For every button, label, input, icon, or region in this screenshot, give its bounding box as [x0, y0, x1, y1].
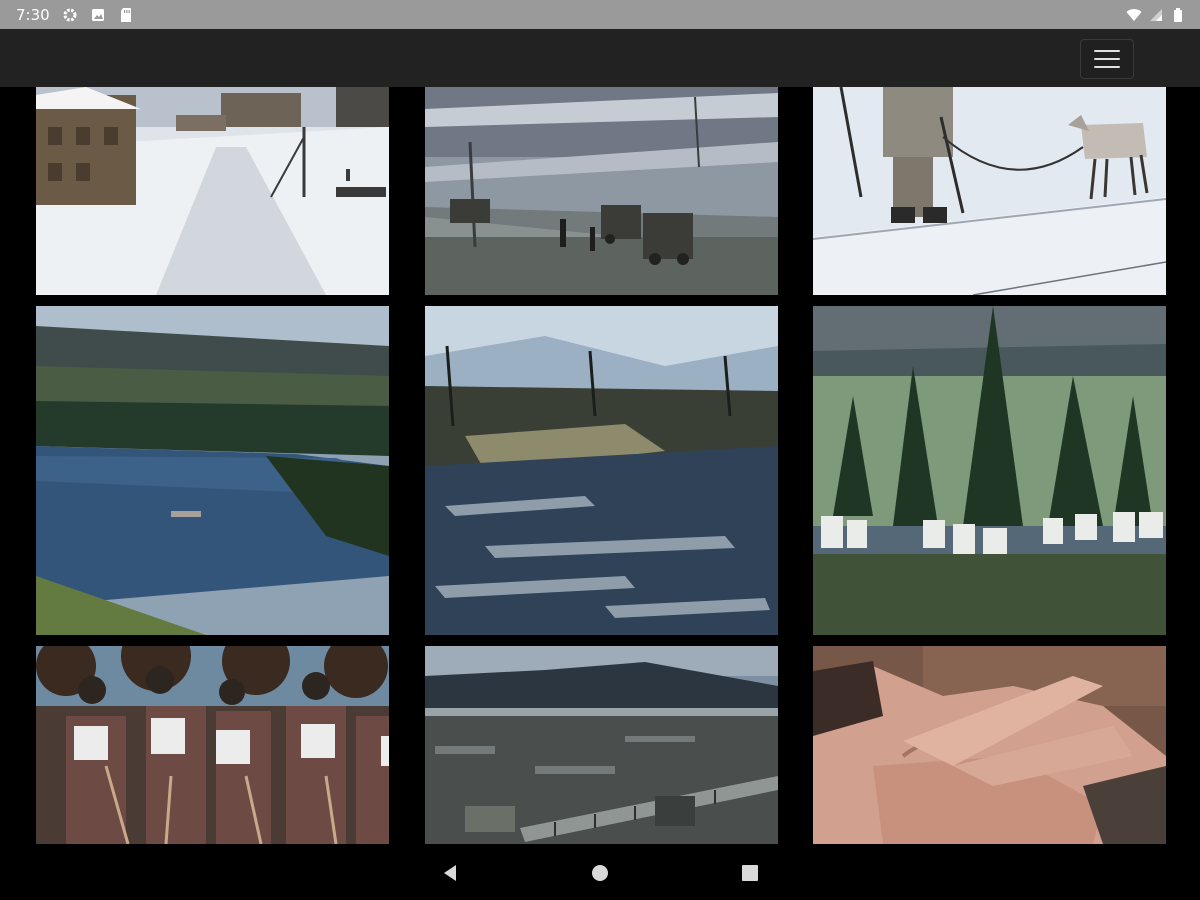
- home-icon[interactable]: [585, 858, 615, 888]
- toolbar: [0, 29, 1200, 87]
- photo-river-rapids[interactable]: [425, 306, 778, 635]
- signal-icon: [1148, 7, 1164, 23]
- back-icon[interactable]: [435, 858, 465, 888]
- sd-card-icon: [118, 7, 134, 23]
- status-time: 7:30: [16, 5, 50, 24]
- photo-gallery: [36, 87, 1166, 844]
- photo-trucks-on-snowy-road[interactable]: [425, 87, 778, 295]
- hamburger-menu-icon: [1094, 50, 1120, 68]
- image-icon: [90, 7, 106, 23]
- gear-icon: [62, 7, 78, 23]
- menu-button[interactable]: [1080, 39, 1134, 79]
- photo-ski-troops[interactable]: [36, 646, 389, 844]
- navigation-bar: [0, 846, 1200, 900]
- status-bar: 7:30: [0, 0, 1200, 29]
- photo-forest-laundry[interactable]: [813, 306, 1166, 635]
- photo-snowy-village-road[interactable]: [36, 87, 389, 295]
- wifi-icon: [1126, 7, 1142, 23]
- photo-resting-man[interactable]: [813, 646, 1166, 844]
- photo-bridge-valley[interactable]: [425, 646, 778, 844]
- photo-river-landscape[interactable]: [36, 306, 389, 635]
- battery-icon: [1170, 7, 1186, 23]
- recents-icon[interactable]: [735, 858, 765, 888]
- photo-soldier-with-reindeer[interactable]: [813, 87, 1166, 295]
